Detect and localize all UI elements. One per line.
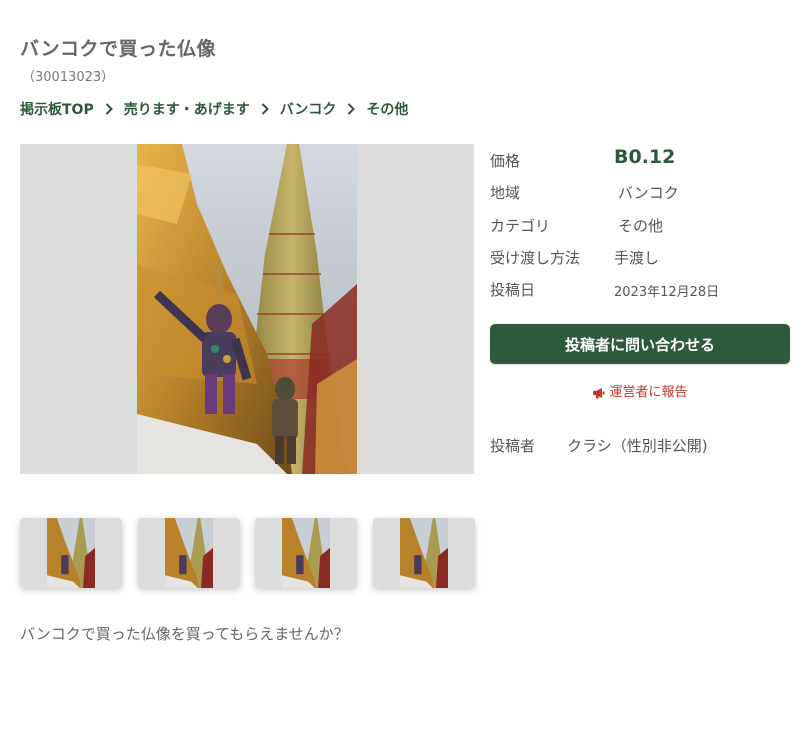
thumbnail-photo	[282, 518, 330, 588]
date-value: 2023年12月28日	[614, 285, 720, 301]
listing-details: 価格 B0.12 地域 バンコク カテゴリ その他 受け渡し方法 手渡し 投稿日…	[490, 146, 790, 307]
price-label: 価格	[490, 152, 521, 170]
chevron-right-icon	[336, 101, 366, 117]
main-image-frame	[20, 144, 474, 474]
chevron-right-icon	[250, 101, 280, 117]
delivery-row: 受け渡し方法 手渡し	[490, 243, 790, 275]
listing-description: バンコクで買った仏像を買ってもらえませんか？	[20, 625, 349, 643]
category-label: カテゴリ	[490, 216, 551, 235]
thumbnail-2[interactable]	[137, 518, 240, 588]
post-id: （30013023）	[22, 70, 115, 85]
breadcrumb-item-top[interactable]: 掲示板TOP	[20, 99, 94, 119]
date-label: 投稿日	[490, 281, 536, 300]
thumbnail-1[interactable]	[20, 518, 122, 588]
region-label: 地域	[490, 184, 521, 203]
poster-label: 投稿者	[490, 437, 536, 455]
region-value: バンコク	[618, 184, 679, 203]
region-row: 地域 バンコク	[490, 178, 790, 210]
price-value: B0.12	[614, 146, 676, 168]
price-row: 価格 B0.12	[490, 146, 790, 178]
thumbnail-strip	[20, 518, 490, 588]
thumbnail-photo	[164, 518, 213, 588]
chevron-right-icon	[94, 101, 124, 117]
breadcrumb-item-region[interactable]: バンコク	[280, 99, 337, 119]
megaphone-icon	[593, 387, 605, 398]
main-photo[interactable]	[137, 144, 357, 474]
thumbnail-photo	[399, 518, 448, 588]
category-value: その他	[618, 216, 664, 235]
listing-page: バンコクで買った仏像 （30013023） 掲示板TOP 売ります・あげます バ…	[0, 0, 810, 756]
delivery-label: 受け渡し方法	[490, 248, 581, 267]
report-link[interactable]: 運営者に報告	[490, 381, 790, 400]
breadcrumb: 掲示板TOP 売ります・あげます バンコク その他	[20, 99, 408, 119]
poster-info: 投稿者 クラシ（性別非公開)	[490, 435, 708, 456]
breadcrumb-item-category[interactable]: その他	[366, 99, 408, 119]
report-link-label: 運営者に報告	[609, 385, 688, 400]
poster-name: クラシ（性別非公開)	[567, 437, 708, 455]
date-row: 投稿日 2023年12月28日	[490, 275, 790, 307]
thumbnail-4[interactable]	[372, 518, 475, 588]
thumbnail-3[interactable]	[255, 518, 357, 588]
contact-poster-button[interactable]: 投稿者に問い合わせる	[490, 324, 790, 364]
thumbnail-photo	[47, 518, 95, 588]
delivery-value: 手渡し	[614, 248, 660, 267]
page-title: バンコクで買った仏像	[20, 38, 216, 60]
breadcrumb-item-sell-give[interactable]: 売ります・あげます	[124, 99, 250, 119]
category-row: カテゴリ その他	[490, 211, 790, 243]
